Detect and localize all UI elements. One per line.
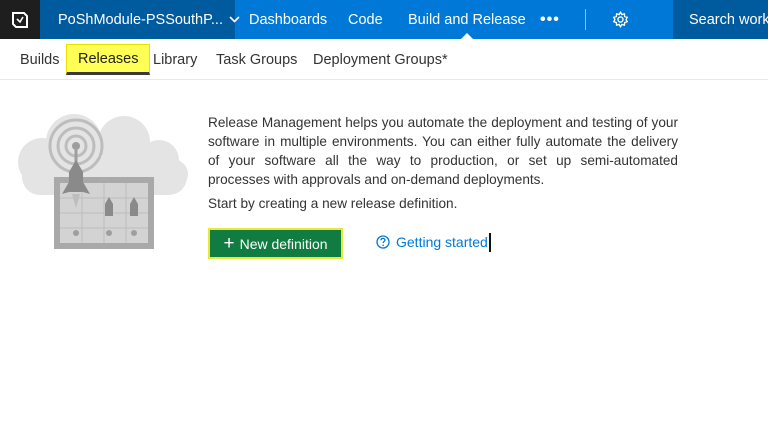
- plus-icon: +: [223, 233, 235, 254]
- tab-releases[interactable]: Releases: [66, 44, 151, 75]
- tab-library[interactable]: Library: [153, 44, 197, 75]
- release-illustration: [14, 112, 192, 254]
- sub-navigation: Builds Releases Library Task Groups Depl…: [0, 39, 768, 80]
- tab-deployment-groups[interactable]: Deployment Groups*: [313, 44, 448, 75]
- more-menu-button[interactable]: •••: [540, 0, 560, 39]
- question-circle-icon: [376, 235, 390, 249]
- text-cursor: [489, 233, 491, 252]
- getting-started-label: Getting started: [396, 234, 488, 250]
- tab-task-groups[interactable]: Task Groups: [216, 44, 297, 75]
- new-definition-label: New definition: [239, 235, 328, 252]
- gear-icon[interactable]: [612, 10, 629, 29]
- nav-build-and-release[interactable]: Build and Release: [408, 0, 526, 39]
- getting-started-link[interactable]: Getting started: [376, 234, 488, 250]
- project-selector[interactable]: PoShModule-PSSouthP...: [40, 0, 240, 39]
- release-description: Release Management helps you automate th…: [208, 115, 678, 187]
- search-work-input[interactable]: Search work: [673, 0, 768, 39]
- vsts-logo-icon[interactable]: [0, 0, 40, 39]
- start-hint: Start by creating a new release definiti…: [208, 196, 458, 211]
- nav-dashboards[interactable]: Dashboards: [249, 0, 327, 39]
- nav-code[interactable]: Code: [348, 0, 383, 39]
- divider: [585, 9, 586, 30]
- new-definition-button[interactable]: + New definition: [208, 228, 343, 259]
- project-name: PoShModule-PSSouthP...: [58, 11, 223, 28]
- tab-builds[interactable]: Builds: [20, 44, 60, 75]
- chevron-down-icon: [229, 16, 240, 23]
- top-bar: PoShModule-PSSouthP... Dashboards Code B…: [0, 0, 768, 39]
